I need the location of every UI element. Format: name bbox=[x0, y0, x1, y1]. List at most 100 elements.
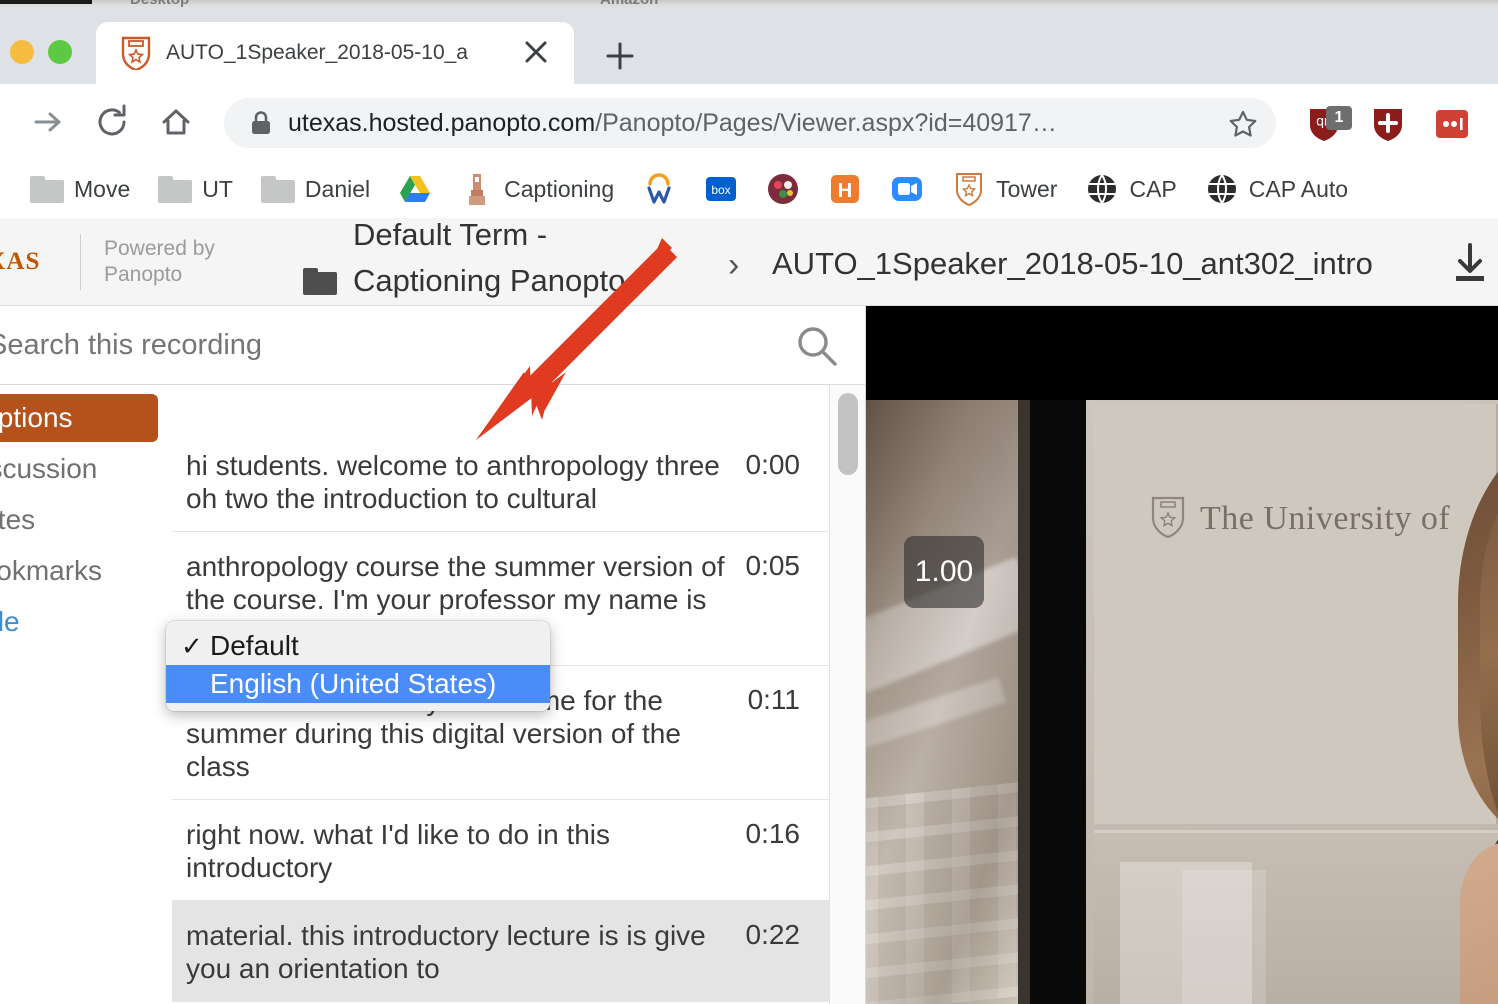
transcript-time: 0:05 bbox=[745, 550, 801, 581]
bookmark-label: Move bbox=[74, 175, 131, 202]
transcript-time: 0:22 bbox=[745, 919, 801, 950]
reload-button[interactable] bbox=[88, 98, 136, 146]
tab-discussion[interactable]: Discussion bbox=[0, 445, 160, 493]
bookmark-star-icon[interactable] bbox=[1228, 109, 1258, 139]
chevron-right-icon: › bbox=[728, 246, 740, 284]
shield-plus-icon[interactable] bbox=[1370, 106, 1406, 142]
panopto-header: TEXAS Powered by Panopto Default Term - … bbox=[0, 218, 1498, 344]
screenshot-root: Desktop Amazon AUTO_1Speaker_2018-05-10_… bbox=[0, 0, 1498, 1004]
transcript-scrollbar[interactable] bbox=[829, 385, 865, 1004]
video-right-scene: The University of bbox=[1086, 400, 1498, 1004]
forward-button[interactable] bbox=[24, 98, 72, 146]
playback-speed-badge[interactable]: 1.00 bbox=[904, 536, 984, 608]
bookmark-cap-auto[interactable]: CAP Auto bbox=[1205, 172, 1348, 206]
bookmark-label: Tower bbox=[996, 175, 1058, 202]
ut-shield-icon bbox=[120, 36, 152, 72]
bookmark-label: Captioning bbox=[504, 175, 615, 202]
transcript-row-active[interactable]: material. this introductory lecture is i… bbox=[172, 901, 830, 1001]
video-dark-gap bbox=[1030, 400, 1086, 1004]
breadcrumb-session-title: AUTO_1Speaker_2018-05-10_ant302_intro bbox=[772, 246, 1373, 281]
home-button[interactable] bbox=[152, 98, 200, 146]
background-window-dark-edge bbox=[0, 0, 92, 4]
tab-bookmarks[interactable]: Bookmarks bbox=[0, 547, 160, 595]
transcript-text: material. this introductory lecture is i… bbox=[186, 920, 706, 984]
transcript-row[interactable]: right now. what I'd like to do in this i… bbox=[172, 800, 830, 900]
bookmark-label: CAP bbox=[1129, 175, 1177, 202]
workday-icon bbox=[642, 172, 676, 206]
maximize-button[interactable] bbox=[48, 40, 72, 64]
background-window-title-1: Desktop bbox=[130, 0, 189, 8]
handshake-icon: H bbox=[828, 172, 862, 206]
row-separator bbox=[172, 1001, 830, 1002]
zoom-icon bbox=[890, 172, 924, 206]
browser-tab-active[interactable]: AUTO_1Speaker_2018-05-10_a bbox=[96, 22, 574, 84]
caption-language-menu[interactable]: ✓ Default English (United States) bbox=[166, 621, 550, 711]
background-window-title-2: Amazon bbox=[600, 0, 658, 8]
menu-item-english-united-states[interactable]: English (United States) bbox=[166, 665, 550, 703]
panopto-viewer-page: TEXAS Powered by Panopto Default Term - … bbox=[0, 218, 1498, 1004]
flower-circle-icon bbox=[766, 172, 800, 206]
search-input[interactable] bbox=[0, 322, 688, 368]
bookmark-zoom[interactable] bbox=[890, 172, 924, 206]
menu-item-label: Default bbox=[210, 630, 299, 661]
bookmark-google-drive[interactable] bbox=[398, 172, 432, 206]
svg-text:box: box bbox=[711, 183, 730, 197]
bookmark-label: Daniel bbox=[304, 175, 371, 202]
bookmark-box[interactable]: box bbox=[704, 172, 738, 206]
bookmarks-bar: Move UT Daniel Captioning box H Tower CA… bbox=[0, 160, 1498, 218]
bookmark-move[interactable]: Move bbox=[30, 172, 130, 206]
new-tab-button[interactable] bbox=[598, 34, 642, 78]
transcript-time: 0:16 bbox=[745, 818, 801, 849]
transcript-row[interactable]: hi students. welcome to anthropology thr… bbox=[172, 431, 830, 531]
bookmark-label: CAP Auto bbox=[1248, 175, 1349, 202]
video-projection-screen: The University of bbox=[1094, 404, 1498, 824]
hide-panel-link[interactable]: Hide bbox=[0, 598, 160, 646]
menu-item-default[interactable]: ✓ Default bbox=[166, 627, 550, 665]
video-wall-highlight-2 bbox=[866, 677, 1007, 749]
video-left-wall bbox=[866, 400, 1043, 1004]
scrollbar-thumb[interactable] bbox=[838, 393, 858, 475]
bookmark-label: UT bbox=[202, 175, 233, 202]
video-wall-seam bbox=[1018, 400, 1030, 1004]
tab-title: AUTO_1Speaker_2018-05-10_a bbox=[166, 41, 468, 64]
bookmark-workday[interactable] bbox=[642, 172, 676, 206]
header-divider bbox=[80, 234, 81, 290]
presenter bbox=[1452, 418, 1498, 1004]
video-player[interactable]: The University of 1.00 bbox=[866, 306, 1498, 1004]
transcript-text: right now. what I'd like to do in this i… bbox=[186, 819, 611, 883]
address-bar[interactable]: utexas.hosted.panopto.com/Panopto/Pages/… bbox=[224, 98, 1276, 148]
search-icon[interactable] bbox=[795, 324, 839, 368]
folder-icon bbox=[30, 172, 64, 206]
svg-text:H: H bbox=[838, 180, 852, 202]
bookmark-cap[interactable]: CAP bbox=[1085, 172, 1177, 206]
download-icon[interactable] bbox=[1450, 242, 1490, 284]
globe-icon bbox=[1205, 172, 1239, 206]
ut-texas-logo: TEXAS bbox=[0, 248, 41, 275]
bookmark-flower-circle[interactable] bbox=[766, 172, 800, 206]
window-controls[interactable] bbox=[10, 40, 72, 64]
video-frame: The University of 1.00 bbox=[866, 400, 1498, 1004]
ut-shield-icon bbox=[1150, 496, 1186, 540]
bookmark-ut[interactable]: UT bbox=[158, 172, 233, 206]
google-drive-icon bbox=[398, 172, 432, 206]
browser-toolbar: utexas.hosted.panopto.com/Panopto/Pages/… bbox=[0, 84, 1498, 160]
close-icon[interactable] bbox=[520, 36, 552, 68]
tab-notes[interactable]: Notes bbox=[0, 496, 160, 544]
menu-item-label: English (United States) bbox=[210, 668, 497, 699]
globe-icon bbox=[1085, 172, 1119, 206]
tab-captions[interactable]: Captions bbox=[0, 394, 158, 442]
slide-text: The University of bbox=[1200, 500, 1451, 537]
url-path: /Panopto/Pages/Viewer.aspx?id=40917… bbox=[595, 109, 1057, 137]
bookmark-tower[interactable]: Tower bbox=[952, 172, 1057, 206]
box-icon: box bbox=[704, 172, 738, 206]
ut-tower-icon bbox=[460, 172, 494, 206]
transcript-time: 0:11 bbox=[747, 684, 800, 715]
url-text: utexas.hosted.panopto.com/Panopto/Pages/… bbox=[288, 107, 1188, 139]
minimize-button[interactable] bbox=[10, 40, 34, 64]
browser-tab-strip: AUTO_1Speaker_2018-05-10_a bbox=[0, 8, 1498, 84]
red-dots-menu-icon[interactable] bbox=[1434, 106, 1470, 142]
bookmark-captioning[interactable]: Captioning bbox=[460, 172, 614, 206]
folder-icon bbox=[260, 172, 295, 206]
bookmark-daniel[interactable]: Daniel bbox=[260, 172, 371, 206]
bookmark-handshake[interactable]: H bbox=[828, 172, 862, 206]
